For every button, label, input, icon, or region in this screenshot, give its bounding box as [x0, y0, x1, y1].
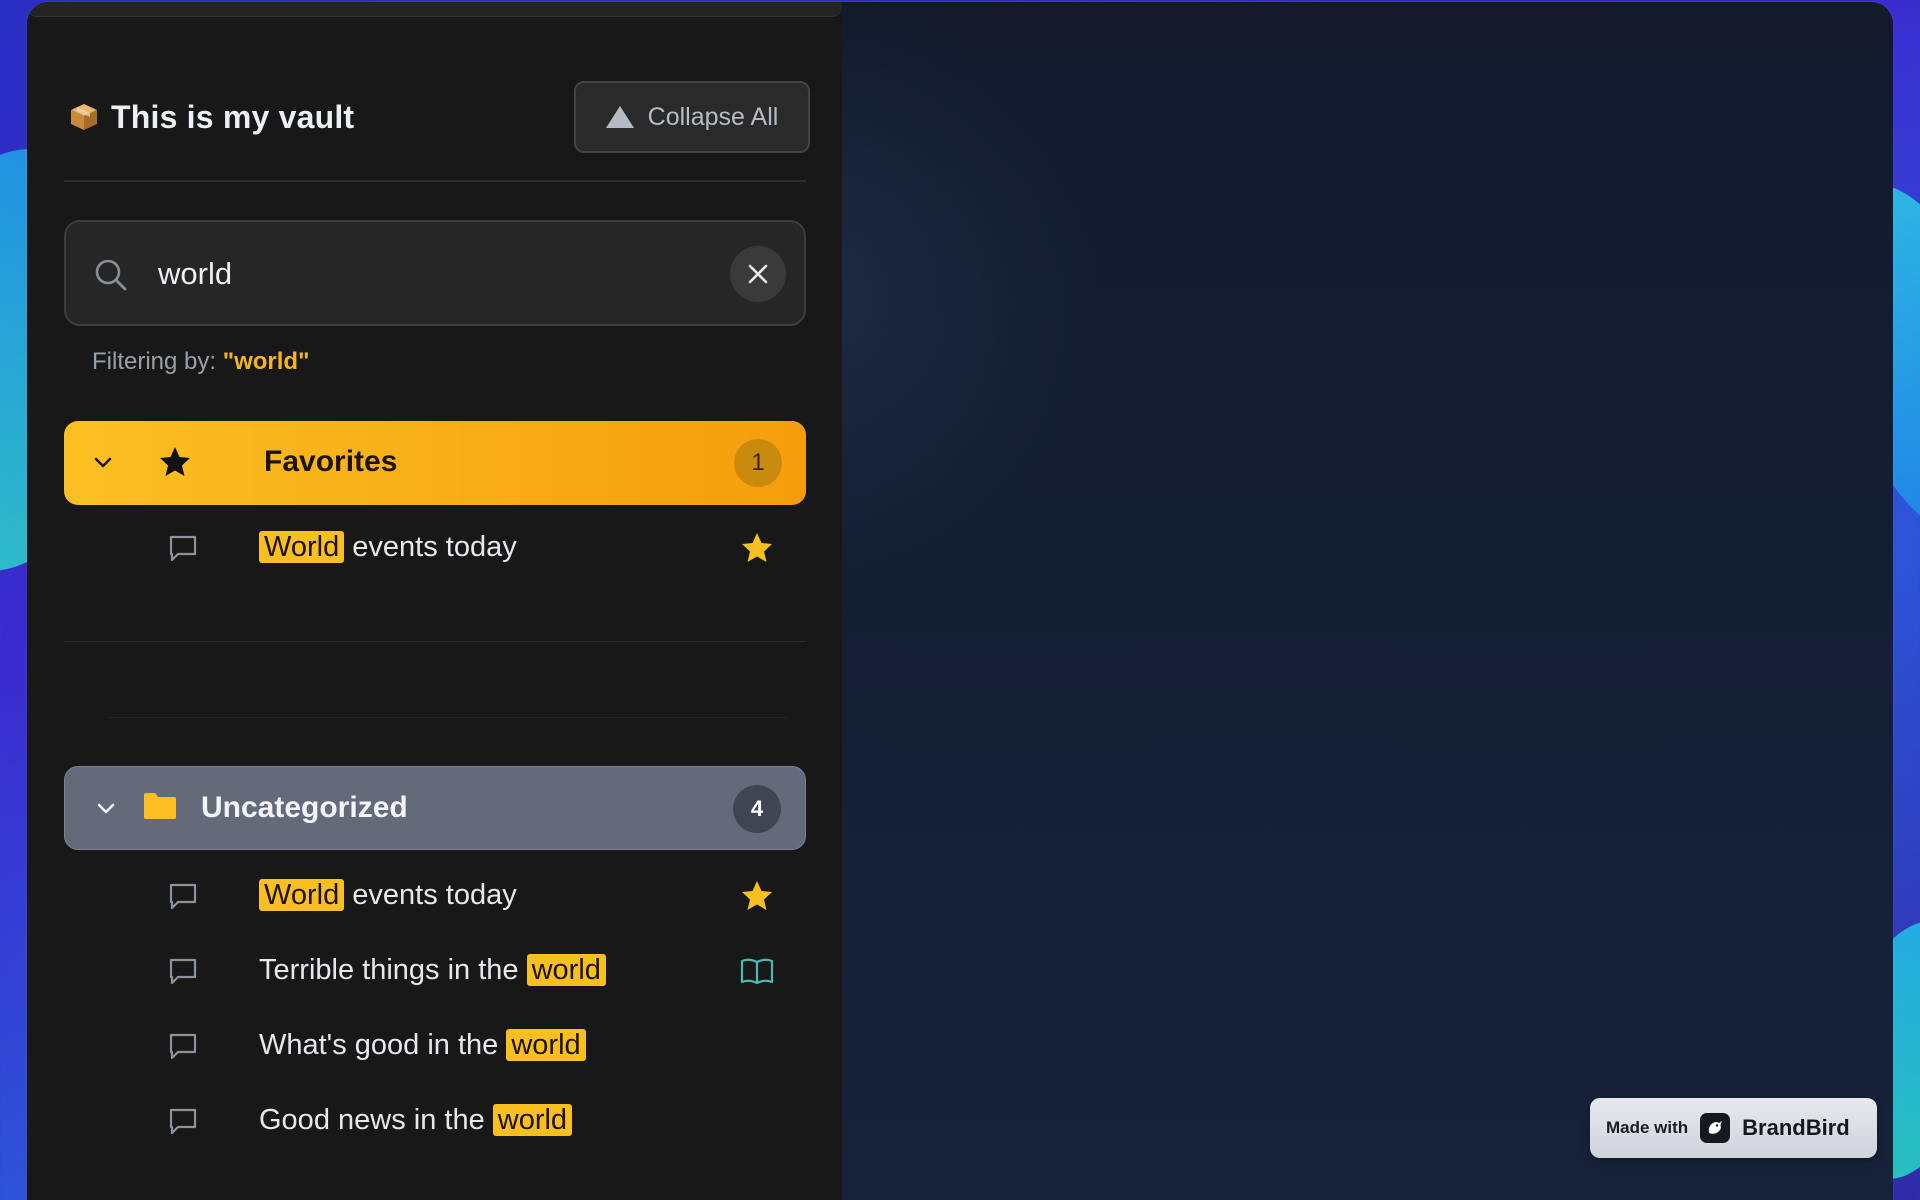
brandbird-label: BrandBird [1742, 1115, 1850, 1140]
filter-prefix: Filtering by: [92, 348, 217, 375]
search-highlight: world [506, 1029, 586, 1061]
sidebar: This is my vault Collapse All Filte [27, 2, 842, 1200]
search-input[interactable] [158, 250, 678, 298]
search-highlight: World [259, 531, 345, 563]
sidebar-top-bar [27, 2, 842, 17]
collapse-all-button[interactable]: Collapse All [574, 81, 810, 153]
section-divider [107, 717, 787, 718]
search-highlight: world [526, 954, 606, 986]
message-icon [169, 1033, 197, 1060]
item-title-prefix: Good news in the [259, 1104, 493, 1136]
favorites-count-badge: 1 [734, 439, 782, 487]
filter-status: Filtering by: "world" [92, 348, 309, 376]
item-title-rest: events today [344, 879, 517, 911]
item-title-prefix: Terrible things in the [259, 954, 527, 986]
clear-search-button[interactable] [730, 246, 786, 302]
collapse-all-label: Collapse All [647, 102, 779, 131]
message-icon [169, 1108, 197, 1135]
item-title: World events today [259, 531, 517, 564]
item-title-rest: events today [344, 531, 517, 563]
message-icon [169, 958, 197, 985]
content-pane [802, 2, 1893, 1200]
search-highlight: world [492, 1104, 573, 1136]
section-divider [64, 641, 806, 642]
package-icon [71, 104, 97, 130]
chevron-down-icon[interactable] [92, 451, 114, 473]
star-icon[interactable] [739, 530, 775, 566]
chevron-down-icon[interactable] [95, 797, 117, 819]
list-item[interactable]: Terrible things in the world [127, 941, 797, 1001]
app-window: This is my vault Collapse All Filte [27, 2, 1893, 1200]
uncategorized-count-badge: 4 [733, 785, 781, 833]
item-title: What's good in the world [259, 1029, 586, 1062]
message-icon [169, 535, 197, 562]
vault-title: This is my vault [111, 98, 355, 135]
list-item[interactable]: Good news in the world [127, 1091, 797, 1151]
star-icon[interactable] [739, 878, 775, 914]
uncategorized-group-header[interactable]: Uncategorized 4 [64, 766, 806, 850]
search-highlight: World [259, 879, 345, 911]
header-divider [64, 180, 806, 182]
vault-header: This is my vault Collapse All [69, 80, 810, 154]
folder-icon [144, 793, 176, 819]
list-item[interactable]: What's good in the world [127, 1016, 797, 1076]
triangle-up-icon [605, 106, 634, 128]
search-box [64, 220, 806, 326]
uncategorized-label: Uncategorized [201, 791, 408, 824]
made-with-brandbird-badge[interactable]: Made with BrandBird [1590, 1098, 1877, 1158]
item-title: Good news in the world [259, 1104, 573, 1137]
vault-title-group: This is my vault [69, 99, 354, 136]
close-icon [748, 264, 768, 284]
made-with-label: Made with [1606, 1118, 1689, 1137]
list-item[interactable]: World events today [127, 518, 797, 578]
search-icon [95, 259, 127, 291]
item-title: World events today [259, 879, 517, 912]
book-open-icon[interactable] [739, 953, 775, 989]
brandbird-logo-icon [1700, 1113, 1731, 1143]
message-icon [169, 883, 197, 910]
favorites-group-header[interactable]: Favorites 1 [64, 421, 806, 505]
list-item[interactable]: World events today [127, 866, 797, 926]
content-pane-glow [802, 2, 1102, 582]
item-title: Terrible things in the world [259, 954, 606, 987]
star-icon [160, 447, 190, 476]
item-title-prefix: What's good in the [259, 1029, 507, 1061]
favorites-label: Favorites [264, 445, 398, 478]
filter-query: "world" [222, 348, 310, 375]
